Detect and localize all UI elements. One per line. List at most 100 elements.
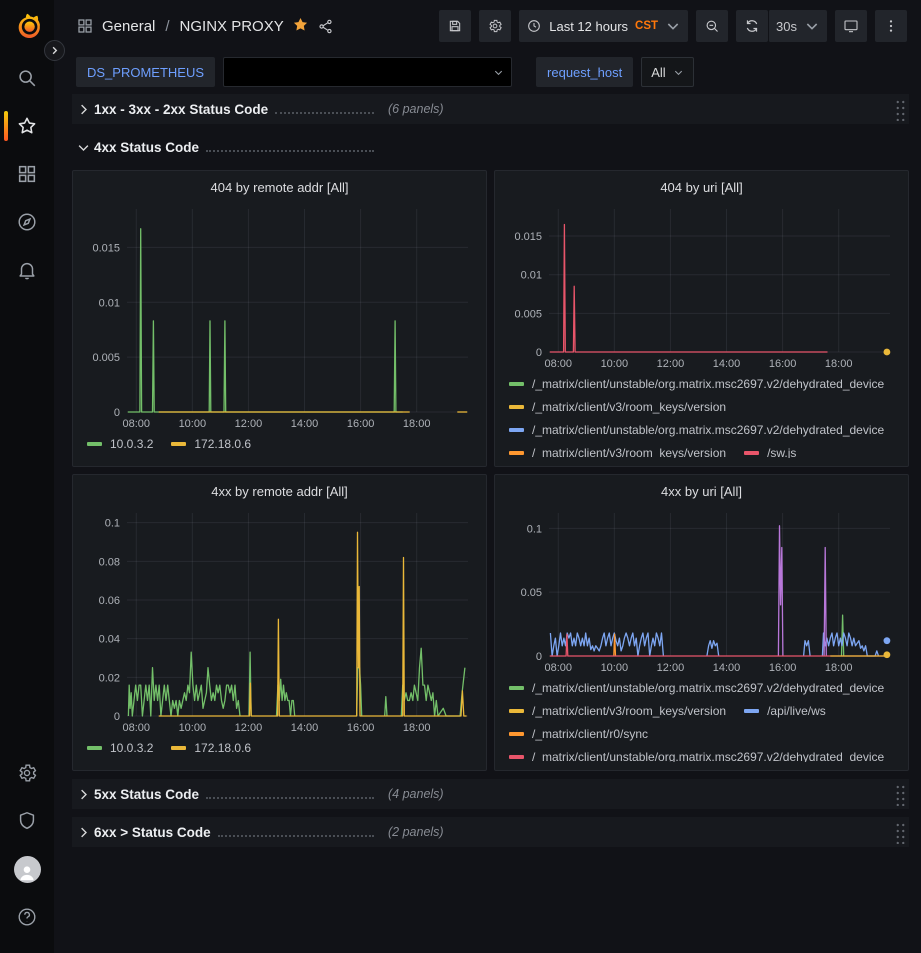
legend-label: /sw.js <box>767 446 796 459</box>
save-dashboard-button[interactable] <box>439 10 471 42</box>
sidebar-item-dashboards[interactable] <box>0 150 54 198</box>
legend-label: 172.18.0.6 <box>194 741 251 755</box>
legend-label: /_matrix/client/v3/room_keys/version <box>532 400 726 414</box>
legend-item[interactable]: /_matrix/client/v3/room_keys/version <box>509 441 726 458</box>
row-5xx[interactable]: 5xx Status Code (4 panels) <box>72 779 909 809</box>
legend-swatch <box>744 451 759 455</box>
favorite-star-button[interactable] <box>292 16 309 37</box>
row-drag-handle[interactable] <box>894 821 905 844</box>
panel-title[interactable]: 4xx by remote addr [All] <box>81 479 478 505</box>
datasource-variable-select[interactable] <box>223 57 512 87</box>
alerting-bell-icon <box>16 259 38 281</box>
sidebar-item-search[interactable] <box>0 54 54 102</box>
legend-item[interactable]: /_matrix/client/unstable/org.matrix.msc2… <box>509 418 884 441</box>
panel-3: 4xx by uri [All]00.050.108:0010:0012:001… <box>494 474 909 771</box>
legend-swatch <box>509 732 524 736</box>
legend-item[interactable]: /_matrix/client/v3/room_keys/version <box>509 395 726 418</box>
gear-icon <box>487 18 503 34</box>
grafana-app: General / NGINX PROXY <box>0 0 921 953</box>
legend-label: /api/live/ws <box>767 704 826 718</box>
panel-legend: 10.0.3.2 172.18.0.6 <box>81 432 478 458</box>
zoom-out-time-button[interactable] <box>696 10 728 42</box>
legend-swatch <box>509 755 524 759</box>
refresh-button[interactable] <box>736 10 768 42</box>
legend-item[interactable]: /_matrix/client/unstable/org.matrix.msc2… <box>509 372 884 395</box>
panel-title[interactable]: 4xx by uri [All] <box>503 479 900 505</box>
svg-text:08:00: 08:00 <box>122 418 150 430</box>
row-dotted-leader <box>275 112 374 114</box>
sidebar-item-server-admin[interactable] <box>0 797 54 845</box>
server-admin-shield-icon <box>16 810 38 832</box>
grafana-logo[interactable] <box>9 8 45 44</box>
more-options-menu[interactable] <box>875 10 907 42</box>
dashboard-header: General / NGINX PROXY <box>54 0 921 52</box>
series-line <box>401 648 465 716</box>
legend-item[interactable]: /_matrix/client/r0/sync <box>509 722 648 745</box>
request-host-variable-value: All <box>651 65 665 80</box>
clock-icon <box>526 18 542 34</box>
series-end-dot <box>884 651 891 658</box>
svg-text:18:00: 18:00 <box>403 418 431 430</box>
sidebar-item-explore[interactable] <box>0 198 54 246</box>
chart-area[interactable]: 00.0050.010.01508:0010:0012:0014:0016:00… <box>503 201 900 372</box>
legend-item[interactable]: /sw.js <box>744 441 796 458</box>
chart-area[interactable]: 00.050.108:0010:0012:0014:0016:0018:00 <box>503 505 900 676</box>
sidebar-item-configuration[interactable] <box>0 749 54 797</box>
apps-grid-icon <box>76 17 94 35</box>
sidebar-item-help[interactable] <box>0 893 54 941</box>
legend-item[interactable]: 10.0.3.2 <box>87 736 153 759</box>
legend-swatch <box>509 428 524 432</box>
svg-text:0.005: 0.005 <box>514 308 542 320</box>
legend-item[interactable]: /api/live/ws <box>744 699 826 722</box>
chevron-right-icon[interactable] <box>76 100 94 118</box>
time-range-picker[interactable]: Last 12 hours CST <box>519 10 688 42</box>
svg-text:16:00: 16:00 <box>769 358 797 370</box>
panel-title[interactable]: 404 by uri [All] <box>503 175 900 201</box>
cycle-view-mode-button[interactable] <box>835 10 867 42</box>
share-icon[interactable] <box>317 18 334 35</box>
svg-text:12:00: 12:00 <box>657 358 685 370</box>
svg-text:10:00: 10:00 <box>601 358 629 370</box>
chevron-down-icon <box>665 18 681 34</box>
chevron-down-icon[interactable] <box>76 138 94 156</box>
panel-title[interactable]: 404 by remote addr [All] <box>81 175 478 201</box>
row-drag-handle[interactable] <box>894 98 905 121</box>
dashboard-settings-button[interactable] <box>479 10 511 42</box>
svg-text:0.015: 0.015 <box>92 242 120 254</box>
sidebar-item-profile[interactable] <box>0 845 54 893</box>
zoom-out-icon <box>704 18 720 34</box>
legend-item[interactable]: /_matrix/client/unstable/org.matrix.msc2… <box>509 676 884 699</box>
legend-swatch <box>509 686 524 690</box>
legend-item[interactable]: 172.18.0.6 <box>171 432 251 455</box>
legend-item[interactable]: /_matrix/client/unstable/org.matrix.msc2… <box>509 745 884 762</box>
sidebar-bottom <box>0 749 54 941</box>
row-1xx-3xx-2xx[interactable]: 1xx - 3xx - 2xx Status Code (6 panels) <box>72 94 909 124</box>
request-host-variable-select[interactable]: All <box>641 57 693 87</box>
legend-label: 10.0.3.2 <box>110 741 153 755</box>
sidebar-expand-button[interactable] <box>44 40 65 61</box>
legend-item[interactable]: 10.0.3.2 <box>87 432 153 455</box>
legend-item[interactable]: /_matrix/client/v3/room_keys/version <box>509 699 726 722</box>
breadcrumb-folder[interactable]: General <box>102 18 155 35</box>
legend-swatch <box>87 746 102 750</box>
refresh-interval-select[interactable]: 30s <box>768 10 827 42</box>
chevron-right-icon[interactable] <box>76 785 94 803</box>
legend-label: /_matrix/client/r0/sync <box>532 727 648 741</box>
svg-text:08:00: 08:00 <box>122 722 150 734</box>
configuration-gear-icon <box>16 762 38 784</box>
chart-area[interactable]: 00.0050.010.01508:0010:0012:0014:0016:00… <box>81 201 478 432</box>
save-icon <box>447 18 463 34</box>
row-4xx[interactable]: 4xx Status Code <box>72 132 909 162</box>
svg-text:10:00: 10:00 <box>179 722 207 734</box>
chevron-right-icon[interactable] <box>76 823 94 841</box>
sidebar-item-starred[interactable] <box>0 102 54 150</box>
row-drag-handle[interactable] <box>894 783 905 806</box>
dashboards-icon <box>16 163 38 185</box>
star-icon <box>16 115 38 137</box>
row-6xx[interactable]: 6xx > Status Code (2 panels) <box>72 817 909 847</box>
legend-item[interactable]: 172.18.0.6 <box>171 736 251 759</box>
breadcrumb-dashboard-title[interactable]: NGINX PROXY <box>180 18 284 35</box>
sidebar-item-alerting[interactable] <box>0 246 54 294</box>
refresh-interval-value: 30s <box>776 19 797 34</box>
chart-area[interactable]: 00.020.040.060.080.108:0010:0012:0014:00… <box>81 505 478 736</box>
